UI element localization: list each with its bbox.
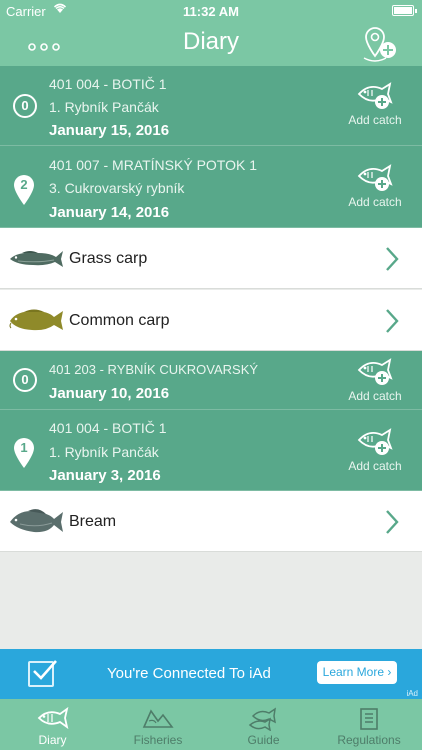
chevron-right-icon xyxy=(384,308,400,339)
tab-label: Guide xyxy=(247,733,280,747)
common-carp-icon xyxy=(8,307,64,338)
map-icon xyxy=(141,707,175,734)
catch-row[interactable]: Bream xyxy=(0,491,422,552)
add-catch-button[interactable]: Add catch xyxy=(338,426,412,473)
add-catch-label: Add catch xyxy=(348,195,402,209)
fishery-subname: 3. Cukrovarský rybník xyxy=(49,180,185,196)
entry-date: January 14, 2016 xyxy=(49,204,170,221)
catch-name: Grass carp xyxy=(69,250,148,267)
map-pin-icon: 2 xyxy=(12,174,36,206)
fishery-code: 401 007 - MRATÍNSKÝ POTOK 1 xyxy=(49,157,258,173)
tab-diary[interactable]: Diary xyxy=(0,699,105,750)
fish-add-icon xyxy=(357,164,393,191)
add-catch-button[interactable]: Add catch xyxy=(338,356,412,403)
ad-tag: iAd xyxy=(406,689,418,698)
map-pin-icon: 1 xyxy=(12,437,36,469)
battery-icon xyxy=(392,5,417,16)
entry-date: January 3, 2016 xyxy=(49,467,161,484)
catch-row[interactable]: Grass carp xyxy=(0,228,422,289)
tab-fisheries[interactable]: Fisheries xyxy=(105,699,211,750)
tab-bar: Diary Fisheries Guide Regulations xyxy=(0,699,422,750)
fish-guide-icon xyxy=(247,707,281,736)
chevron-right-icon xyxy=(384,246,400,277)
add-catch-label: Add catch xyxy=(348,113,402,127)
add-catch-label: Add catch xyxy=(348,389,402,403)
catch-row[interactable]: Common carp xyxy=(0,290,422,351)
add-catch-label: Add catch xyxy=(348,459,402,473)
fishery-code: 401 004 - BOTIČ 1 xyxy=(49,420,167,436)
page-title: Diary xyxy=(182,28,239,55)
location-add-icon[interactable] xyxy=(362,24,398,64)
fishery-code: 401 004 - BOTIČ 1 xyxy=(49,76,167,92)
fishery-code: 401 203 - RYBNÍK CUKROVARSKÝ xyxy=(49,362,259,377)
fish-icon xyxy=(36,706,70,734)
ad-text: You're Connected To iAd xyxy=(107,665,271,682)
grass-carp-icon xyxy=(8,247,64,274)
fishery-subname: 1. Rybník Pančák xyxy=(49,99,159,115)
ad-banner[interactable]: You're Connected To iAd Learn More › iAd xyxy=(0,649,422,699)
entry-date: January 15, 2016 xyxy=(49,122,170,139)
catch-name: Common carp xyxy=(69,312,170,329)
fish-add-icon xyxy=(357,358,393,385)
catch-count-badge: 2 xyxy=(20,177,28,192)
bream-icon xyxy=(8,506,64,541)
nav-bar: Diary xyxy=(0,22,422,66)
catch-count-badge: 0 xyxy=(13,94,37,118)
tab-guide[interactable]: Guide xyxy=(211,699,316,750)
tab-regulations[interactable]: Regulations xyxy=(316,699,422,750)
tab-label: Diary xyxy=(38,733,67,747)
fish-add-icon xyxy=(357,82,393,109)
catch-name: Bream xyxy=(69,513,117,530)
diary-entry[interactable]: 2 401 007 - MRATÍNSKÝ POTOK 1 3. Cukrova… xyxy=(0,146,422,228)
checkmark-icon xyxy=(28,660,57,687)
entry-date: January 10, 2016 xyxy=(49,385,170,402)
chevron-right-icon xyxy=(384,509,400,540)
diary-entry[interactable]: 0 401 203 - RYBNÍK CUKROVARSKÝ January 1… xyxy=(0,351,422,410)
status-bar: Carrier 11:32 AM xyxy=(0,0,422,22)
diary-entry[interactable]: 1 401 004 - BOTIČ 1 1. Rybník Pančák Jan… xyxy=(0,410,422,491)
tab-label: Regulations xyxy=(337,733,401,747)
add-catch-button[interactable]: Add catch xyxy=(338,162,412,209)
fishery-subname: 1. Rybník Pančák xyxy=(49,444,159,460)
tab-label: Fisheries xyxy=(133,733,183,747)
clock: 11:32 AM xyxy=(183,4,239,19)
document-icon xyxy=(357,707,381,736)
diary-entry[interactable]: 0 401 004 - BOTIČ 1 1. Rybník Pančák Jan… xyxy=(0,66,422,146)
catch-count-badge: 1 xyxy=(20,440,28,455)
add-catch-button[interactable]: Add catch xyxy=(338,80,412,127)
fish-add-icon xyxy=(357,428,393,455)
catch-count-badge: 0 xyxy=(13,368,37,392)
learn-more-button[interactable]: Learn More › xyxy=(317,661,397,684)
